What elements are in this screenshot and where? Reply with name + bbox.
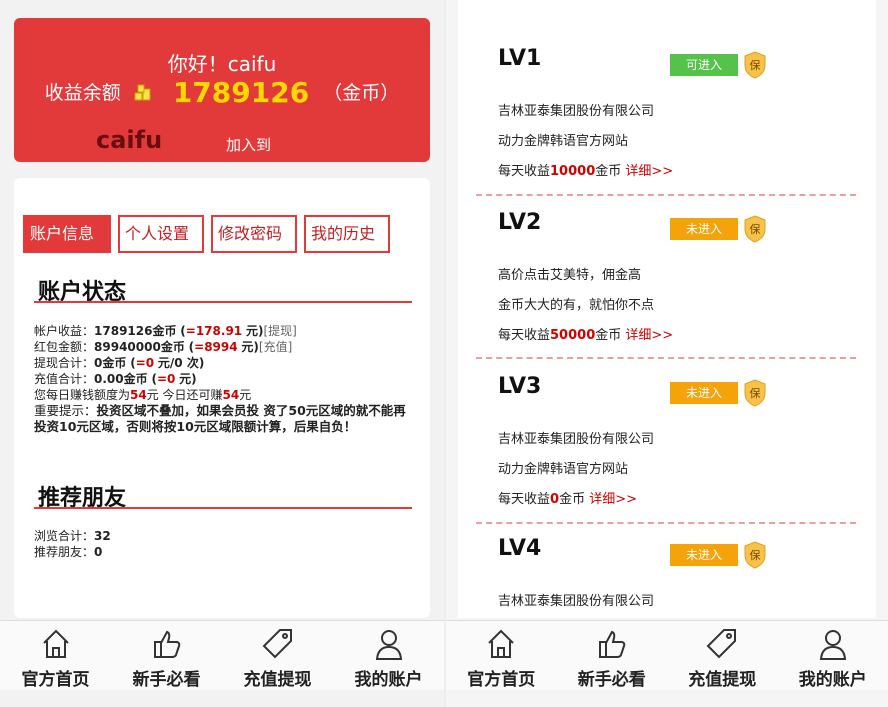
level-desc-line2: 金币大大的有，就怕你不点: [498, 298, 655, 313]
nav-account-label: 我的账户: [354, 670, 423, 690]
account-tabs: 账户信息 个人设置 修改密码 我的历史: [23, 215, 390, 253]
level-divider: [476, 194, 856, 196]
level-desc-line1: 吉林亚泰集团股份有限公司: [498, 432, 655, 447]
shield-icon: 保: [744, 541, 766, 569]
username-text: caifu: [96, 126, 163, 154]
shield-icon: 保: [744, 379, 766, 407]
nav-finance[interactable]: 充值提现: [667, 621, 778, 690]
svg-text:保: 保: [750, 58, 761, 72]
nav-finance-label: 充值提现: [688, 670, 757, 690]
recharge-link[interactable]: [充值]: [259, 340, 292, 354]
nav-finance[interactable]: 充值提现: [222, 621, 333, 690]
tab-personal-settings[interactable]: 个人设置: [118, 215, 204, 253]
home-icon: [488, 629, 514, 658]
account-status-info: 帐户收益：1789126金币 (=178.91 元)[提现] 红包金额：8994…: [34, 323, 418, 435]
shield-icon: 保: [744, 51, 766, 79]
balance-label: 收益余额: [44, 82, 121, 104]
level-desc-line2: 动力金牌韩语官方网站: [498, 134, 629, 149]
referred-friends-row: 推荐朋友：0: [34, 545, 103, 559]
red-packet-row: 红包金额：89940000金币 (=8994 元)[充值]: [34, 340, 293, 354]
balance-line: 收益余额 1789126 （金币）: [14, 76, 430, 109]
home-icon: [42, 629, 69, 658]
level-desc-line1: 高价点击艾美特，佣金高: [498, 268, 642, 283]
level-income: 每天收益50000金币 详细>>: [498, 328, 674, 343]
level-title: LV3: [498, 374, 542, 399]
thumbs-up-icon: [598, 630, 625, 658]
daily-quota-row: 您每日赚钱额度为54元 今日还可赚54元: [34, 388, 252, 402]
level-status-badge[interactable]: 未进入: [670, 218, 738, 240]
level-status-badge[interactable]: 未进入: [670, 544, 738, 566]
nav-finance-label: 充值提现: [243, 670, 312, 690]
balance-unit: （金币）: [323, 82, 400, 104]
level-desc-line2: 动力金牌韩语官方网站: [498, 462, 629, 477]
shield-icon: 保: [744, 215, 766, 243]
level-income: 每天收益0金币 详细>>: [498, 492, 638, 507]
tab-change-password[interactable]: 修改密码: [211, 215, 297, 253]
detail-link[interactable]: 详细>>: [625, 328, 673, 343]
important-notice: 重要提示：投资区域不叠加，如果会员投 资了50元区域的就不能再投资10元区域，否…: [34, 403, 406, 434]
level-income: 每天收益10000金币 详细>>: [498, 164, 674, 179]
nav-account[interactable]: 我的账户: [333, 621, 444, 690]
recharge-total-row: 充值合计：0.00金币 (=0 元): [34, 372, 197, 386]
level-title: LV2: [498, 210, 542, 235]
user-icon: [375, 630, 402, 660]
withdraw-link[interactable]: [提现]: [263, 324, 296, 338]
level-title: LV1: [498, 46, 542, 71]
nav-guide[interactable]: 新手必看: [557, 621, 668, 690]
nav-guide[interactable]: 新手必看: [111, 621, 222, 690]
level-card-lv1[interactable]: LV1 可进入 保 吉林亚泰集团股份有限公司 动力金牌韩语官方网站 每天收益10…: [476, 40, 856, 190]
level-status-badge[interactable]: 可进入: [670, 54, 738, 76]
svg-text:保: 保: [750, 386, 761, 400]
level-title: LV4: [498, 536, 542, 561]
nav-guide-label: 新手必看: [577, 670, 646, 690]
level-desc-line1: 吉林亚泰集团股份有限公司: [498, 594, 655, 609]
level-card-lv4[interactable]: LV4 未进入 保 吉林亚泰集团股份有限公司: [476, 532, 856, 616]
nav-guide-label: 新手必看: [132, 670, 201, 690]
nav-home-label: 官方首页: [467, 670, 536, 690]
tag-icon: [706, 629, 737, 659]
level-divider: [476, 357, 856, 359]
views-total-row: 浏览合计：32: [34, 529, 111, 543]
referral-info: 浏览合计：32 推荐朋友：0: [34, 528, 418, 560]
nav-home[interactable]: 官方首页: [0, 621, 111, 690]
join-date-text: 加入到: [226, 136, 272, 154]
account-card: 账户信息 个人设置 修改密码 我的历史 账户状态 帐户收益：1789126金币 …: [14, 178, 430, 618]
greeting-text: 你好！caifu: [167, 52, 277, 76]
section-divider: [34, 507, 412, 509]
svg-text:保: 保: [750, 548, 761, 562]
tab-account-info[interactable]: 账户信息: [23, 215, 111, 253]
level-divider: [476, 522, 856, 524]
nav-home-label: 官方首页: [21, 670, 90, 690]
withdraw-total-row: 提现合计：0金币 (=0 元/0 次): [34, 356, 205, 370]
bottom-nav: 官方首页 新手必看 充值提现 我的账户: [0, 620, 444, 690]
level-card-lv2[interactable]: LV2 未进入 保 高价点击艾美特，佣金高 金币大大的有，就怕你不点 每天收益5…: [476, 204, 856, 354]
nav-account[interactable]: 我的账户: [778, 621, 888, 690]
gold-coins-icon: [134, 84, 151, 101]
tag-icon: [262, 629, 292, 659]
section-divider: [34, 301, 412, 303]
account-header: 你好！caifu 收益余额 1789126 （金币） caifu 加入到: [14, 18, 430, 162]
level-status-badge[interactable]: 未进入: [670, 382, 738, 404]
level-card-lv3[interactable]: LV3 未进入 保 吉林亚泰集团股份有限公司 动力金牌韩语官方网站 每天收益0金…: [476, 370, 856, 520]
detail-link[interactable]: 详细>>: [589, 492, 637, 507]
level-desc-line1: 吉林亚泰集团股份有限公司: [498, 104, 655, 119]
balance-value: 1789126: [172, 76, 310, 109]
nav-account-label: 我的账户: [798, 670, 867, 690]
svg-text:保: 保: [750, 222, 761, 236]
user-icon: [819, 630, 846, 660]
detail-link[interactable]: 详细>>: [625, 164, 673, 179]
thumbs-up-icon: [153, 630, 180, 658]
tab-my-history[interactable]: 我的历史: [304, 215, 390, 253]
nav-home[interactable]: 官方首页: [446, 621, 557, 690]
bottom-nav: 官方首页 新手必看 充值提现 我的账户: [446, 620, 888, 690]
account-panel: 你好！caifu 收益余额 1789126 （金币） caifu 加入到 账户信…: [0, 0, 444, 707]
earnings-row: 帐户收益：1789126金币 (=178.91 元)[提现]: [34, 324, 297, 338]
